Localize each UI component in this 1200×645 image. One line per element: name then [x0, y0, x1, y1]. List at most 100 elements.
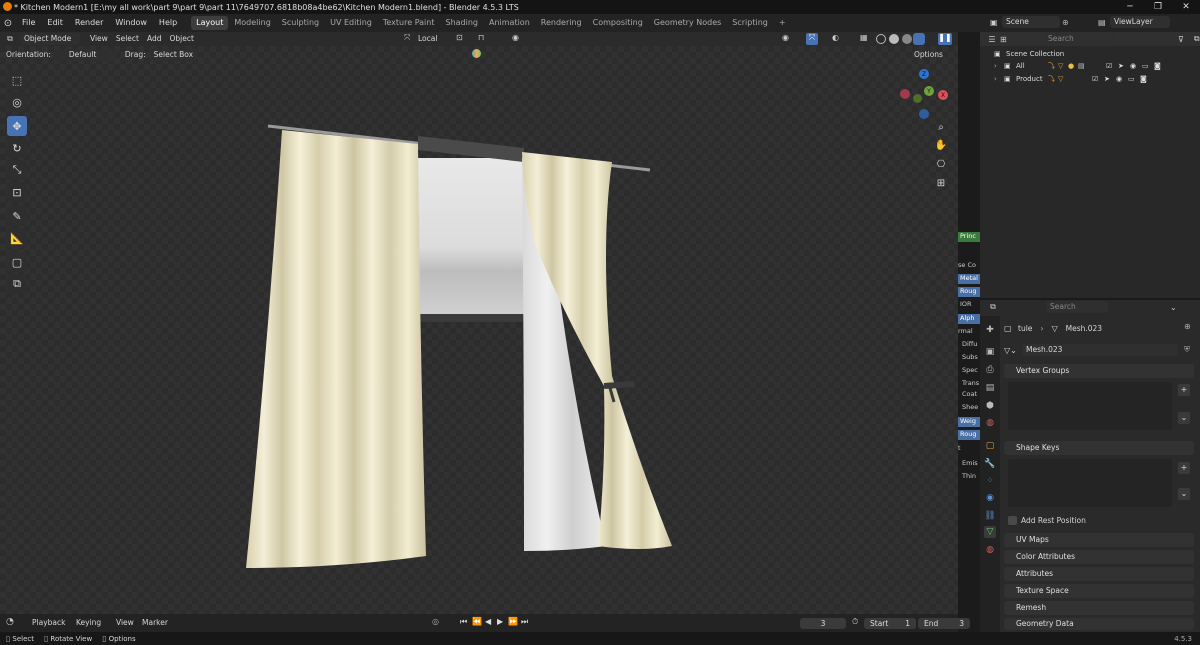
mesh-browse-icon[interactable]: ▽⌄	[1004, 346, 1022, 355]
add-vertex-group-button[interactable]: +	[1178, 384, 1190, 396]
properties-search-input[interactable]: Search	[1046, 301, 1108, 313]
texture-space-header[interactable]: Texture Space	[1004, 584, 1194, 598]
new-collection-icon[interactable]: ⧉	[1194, 34, 1200, 44]
tool-tab-icon[interactable]: ✚	[984, 324, 996, 336]
color-attributes-header[interactable]: Color Attributes	[1004, 550, 1194, 564]
properties-options-icon[interactable]: ⌄	[1170, 303, 1177, 312]
jump-keyframe-forward-icon[interactable]: ⏩	[508, 617, 518, 626]
expand-arrow-icon[interactable]: ›	[994, 75, 1004, 83]
play-reverse-icon[interactable]: ◀	[485, 617, 491, 626]
outliner-editor-icon[interactable]: ☰	[984, 35, 1000, 44]
world-tab-icon[interactable]: ◍	[984, 417, 996, 429]
transform-tool-icon[interactable]: ⊡	[7, 182, 27, 202]
outliner-row-product[interactable]: › ▣ Product ⤵ ▽ ☑ ➤ ◉ ▭ ◙	[980, 73, 1200, 85]
scene-tab-icon[interactable]: ⬢	[984, 400, 996, 412]
monitor-icon[interactable]: ▭	[1142, 62, 1154, 70]
xray-icon[interactable]: ▦	[860, 33, 868, 42]
tab-layout[interactable]: Layout	[191, 16, 229, 30]
tab-modeling[interactable]: Modeling	[229, 16, 275, 30]
add-workspace-button[interactable]: +	[774, 16, 791, 30]
render-camera-icon[interactable]: ◙	[1154, 62, 1166, 70]
scene-name-field[interactable]: Scene	[1002, 16, 1060, 28]
jump-end-icon[interactable]: ⏭	[521, 617, 528, 627]
select-arrow-icon[interactable]: ➤	[1104, 75, 1116, 83]
editor-type-icon[interactable]: ⧉	[0, 34, 20, 44]
tab-rendering[interactable]: Rendering	[536, 16, 587, 30]
menu-help[interactable]: Help	[153, 14, 183, 32]
vertex-groups-list[interactable]	[1008, 382, 1172, 430]
outliner-row-scene-collection[interactable]: ▣ Scene Collection	[980, 48, 1200, 60]
options-dropdown[interactable]: Options	[910, 49, 947, 61]
snap-icon[interactable]: ⊓	[478, 33, 484, 42]
tab-animation[interactable]: Animation	[484, 16, 535, 30]
mesh-name-field[interactable]: Mesh.023	[1022, 344, 1178, 356]
tab-texture-paint[interactable]: Texture Paint	[378, 16, 440, 30]
add-rest-position-row[interactable]: Add Rest Position	[1008, 514, 1086, 526]
shape-key-menu-button[interactable]: ⌄	[1178, 488, 1190, 500]
tab-geometry-nodes[interactable]: Geometry Nodes	[649, 16, 726, 30]
menu-object[interactable]: Object	[165, 33, 197, 45]
menu-view[interactable]: View	[86, 33, 112, 45]
pivot-icon[interactable]: ⊡	[456, 33, 463, 42]
menu-playback[interactable]: Playback	[28, 617, 69, 629]
menu-edit[interactable]: Edit	[41, 14, 69, 32]
menu-window[interactable]: Window	[109, 14, 153, 32]
peek-alpha[interactable]: Alph	[958, 314, 980, 324]
3d-viewport[interactable]: ⬚ ◎ ✥ ↻ ⤡ ⊡ ✎ 📐 ▢ ⧉ Z Y X ⌕ ✋ ⎔ ⊞	[0, 46, 958, 614]
shading-material-icon[interactable]	[902, 34, 912, 44]
shading-rendered-icon[interactable]	[913, 33, 925, 45]
monitor-icon[interactable]: ▭	[1128, 75, 1140, 83]
overlay-toggle-icon[interactable]: ◐	[832, 33, 839, 42]
shape-keys-header[interactable]: Shape Keys	[1004, 441, 1194, 455]
play-icon[interactable]: ▶	[497, 617, 503, 626]
shading-solid-icon[interactable]	[889, 34, 899, 44]
orientation-gizmo-icon[interactable]: ⤧	[404, 33, 410, 43]
minimize-button[interactable]: ─	[1116, 0, 1144, 14]
pause-render-icon[interactable]: ❚❚	[938, 33, 952, 45]
checkbox-icon[interactable]: ☑	[1106, 62, 1118, 70]
transform-orientation-dropdown[interactable]: Local	[414, 33, 441, 45]
add-shape-key-button[interactable]: +	[1178, 462, 1190, 474]
material-tab-icon[interactable]: ◍	[984, 544, 996, 556]
menu-select[interactable]: Select	[112, 33, 143, 45]
eye-icon[interactable]: ◉	[1130, 62, 1142, 70]
peek-roughness[interactable]: Roug	[958, 287, 980, 297]
pin-properties-icon[interactable]: ⊕	[1184, 322, 1191, 331]
view-layer-field[interactable]: ViewLayer	[1110, 16, 1170, 28]
attributes-header[interactable]: Attributes	[1004, 567, 1194, 581]
gizmo-x-neg-axis-icon[interactable]	[900, 89, 910, 99]
outliner-row-all[interactable]: › ▣ All ⤵ ▽ ● ▤ ☑ ➤ ◉ ▭ ◙	[980, 60, 1200, 72]
add-cube-tool-icon[interactable]: ▢	[7, 252, 27, 272]
camera-view-icon[interactable]: ⎔	[934, 159, 948, 173]
annotate-tool-icon[interactable]: ✎	[7, 206, 27, 226]
shape-keys-list[interactable]	[1008, 459, 1172, 507]
menu-render[interactable]: Render	[69, 14, 109, 32]
zoom-icon[interactable]: ⌕	[934, 122, 948, 136]
modifier-tab-icon[interactable]: 🔧	[984, 458, 996, 470]
move-tool-icon[interactable]: ✥	[7, 116, 27, 136]
tab-shading[interactable]: Shading	[440, 16, 483, 30]
render-tab-icon[interactable]: ▣	[984, 346, 996, 358]
uv-maps-header[interactable]: UV Maps	[1004, 533, 1194, 547]
gizmo-y-neg-axis-icon[interactable]	[913, 94, 922, 103]
peek-metallic[interactable]: Metal	[958, 274, 980, 284]
checkbox-icon[interactable]: ☑	[1092, 75, 1104, 83]
gizmo-toggle-icon[interactable]: ⤧	[806, 33, 818, 45]
pin-icon[interactable]: ⊕	[1062, 18, 1074, 27]
geometry-data-header[interactable]: Geometry Data	[1004, 618, 1194, 630]
menu-file[interactable]: File	[16, 14, 41, 32]
proportional-edit-icon[interactable]: ◉	[512, 33, 519, 42]
vertex-group-menu-button[interactable]: ⌄	[1178, 412, 1190, 424]
maximize-button[interactable]: ❐	[1144, 0, 1172, 14]
object-tab-icon[interactable]: ▢	[984, 440, 996, 452]
perspective-grid-icon[interactable]: ⊞	[934, 178, 948, 192]
shading-wireframe-icon[interactable]	[876, 34, 886, 44]
blender-menu-icon[interactable]: ⊙	[0, 18, 16, 29]
menu-timeline-view[interactable]: View	[112, 617, 138, 629]
add-object-tool-icon[interactable]: ⧉	[7, 274, 27, 294]
remesh-header[interactable]: Remesh	[1004, 601, 1194, 615]
menu-keying[interactable]: Keying	[72, 617, 105, 629]
close-button[interactable]: ✕	[1172, 0, 1200, 14]
color-picker-icon[interactable]	[472, 49, 481, 58]
tab-scripting[interactable]: Scripting	[727, 16, 773, 30]
